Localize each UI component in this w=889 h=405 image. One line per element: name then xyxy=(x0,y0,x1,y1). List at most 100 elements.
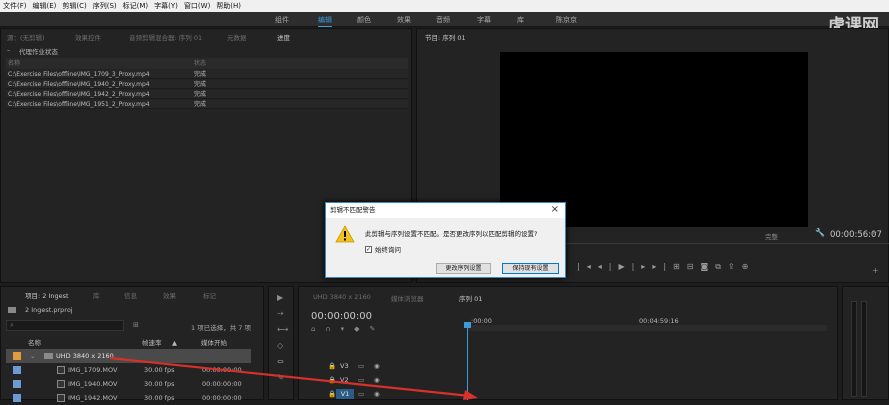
sync-icon[interactable]: ▭ xyxy=(358,374,364,386)
extract-icon[interactable]: ⊟ xyxy=(687,262,701,271)
settings-icon[interactable]: ⊕ xyxy=(742,262,756,271)
export-icon[interactable]: ⇪ xyxy=(728,262,742,271)
eye-icon[interactable]: ◉ xyxy=(374,388,380,400)
lock-icon[interactable]: 🔒 xyxy=(328,388,336,400)
eye-icon[interactable]: ◉ xyxy=(374,374,380,386)
menu-item[interactable]: 字幕(Y) xyxy=(154,1,178,11)
tab-progress[interactable]: 进度 xyxy=(277,32,290,42)
ruler-start: :00:00 xyxy=(471,317,492,325)
forward-frame-icon[interactable]: |▸ xyxy=(632,262,653,271)
menu-item[interactable]: 编辑(E) xyxy=(33,1,57,11)
progress-row[interactable]: C:\Exercise Files\offline\IMG_1709_3_Pro… xyxy=(6,70,408,79)
quality-select[interactable]: 完整 xyxy=(765,231,778,241)
tab-info[interactable]: 信息 xyxy=(124,290,137,300)
wrench-icon[interactable]: 🔧 xyxy=(815,228,825,237)
keep-settings-button[interactable]: 保持现有设置 xyxy=(502,263,559,274)
wrench-icon[interactable]: ✎ xyxy=(369,325,385,333)
workspace-tab[interactable]: 音频 xyxy=(436,15,450,25)
sync-icon[interactable]: ▭ xyxy=(358,388,364,400)
track-v2[interactable]: 🔒 V2 ▭ ◉ xyxy=(320,374,385,386)
play-icon[interactable]: ▶ xyxy=(618,262,631,271)
track-v1[interactable]: 🔒 V1 ▭ ◉ xyxy=(320,388,385,400)
menu-item[interactable]: 标记(M) xyxy=(123,1,149,11)
sync-icon[interactable]: ▭ xyxy=(358,360,364,372)
step-forward-icon[interactable]: ▸| xyxy=(652,262,673,271)
new-bin-icon[interactable]: ⊞ xyxy=(133,321,139,329)
slip-tool-icon[interactable]: ⇔ xyxy=(277,357,284,366)
tab-source[interactable]: 源：(无剪辑) xyxy=(7,32,45,42)
workspace-tab[interactable]: 陈京京 xyxy=(556,15,577,25)
project-item-clip[interactable]: IMG_1709.MOV 30.00 fps 00:00:00:00 xyxy=(6,363,251,377)
project-item-clip[interactable]: IMG_1942.MOV 30.00 fps 00:00:00:00 xyxy=(6,391,251,405)
more-icon[interactable]: » xyxy=(872,228,877,237)
lock-icon[interactable]: 🔒 xyxy=(328,374,336,386)
lift-icon[interactable]: ⊞ xyxy=(673,262,687,271)
progress-row[interactable]: C:\Exercise Files\offline\IMG_1951_2_Pro… xyxy=(6,100,408,109)
disclosure-icon[interactable]: ⌄ xyxy=(30,349,35,363)
workspace-tab[interactable]: 字幕 xyxy=(477,15,491,25)
menu-item[interactable]: 剪辑(C) xyxy=(62,1,86,11)
tab-media-browser[interactable]: 媒体浏览器 xyxy=(391,293,424,303)
collapse-arrow-icon[interactable]: – xyxy=(7,46,10,54)
track-v3[interactable]: 🔒 V3 ▭ ◉ xyxy=(320,360,385,372)
playhead[interactable] xyxy=(467,326,468,400)
change-sequence-button[interactable]: 更改序列设置 xyxy=(436,263,491,274)
add-marker-icon[interactable]: ◆ xyxy=(354,325,369,333)
menu-item[interactable]: 文件(F) xyxy=(3,1,27,11)
always-ask-checkbox[interactable]: ✓ 始终询问 xyxy=(365,244,401,254)
dialog-message: 此剪辑与序列设置不匹配。是否更改序列以匹配剪辑的设置? xyxy=(365,230,538,238)
tab-library[interactable]: 库 xyxy=(93,290,100,300)
compare-icon[interactable]: ⧉ xyxy=(715,262,728,271)
program-video-frame[interactable] xyxy=(500,52,808,227)
menu-item[interactable]: 窗口(W) xyxy=(184,1,210,11)
tab-program[interactable]: 节目: 序列 01 xyxy=(425,32,466,42)
timeline-timecode[interactable]: 00:00:00:00 xyxy=(311,311,372,322)
snap-icon[interactable]: ⌂ xyxy=(311,325,325,333)
tab-markers[interactable]: 标记 xyxy=(203,290,216,300)
razor-icon[interactable]: ◇ xyxy=(277,341,283,350)
tools-panel: ▶ ⇢ ⟷ ◇ ⇔ ✎ xyxy=(268,286,294,400)
eye-icon[interactable]: ◉ xyxy=(374,360,380,372)
tab-metadata[interactable]: 元数据 xyxy=(227,32,247,42)
project-item-clip[interactable]: IMG_1940.MOV 30.00 fps 00:00:00:00 xyxy=(6,377,251,391)
step-back-icon[interactable]: |◂ xyxy=(577,262,598,271)
audio-meter-panel xyxy=(842,286,889,400)
tab-sequence-01[interactable]: 序列 01 xyxy=(459,293,482,303)
workspace-tab[interactable]: 效果 xyxy=(397,15,411,25)
ripple-edit-icon[interactable]: ⟷ xyxy=(277,325,288,334)
meter-left xyxy=(851,301,857,397)
track-select-icon[interactable]: ⇢ xyxy=(277,309,284,318)
lock-icon[interactable]: 🔒 xyxy=(328,360,336,372)
menu-item[interactable]: 序列(S) xyxy=(93,1,117,11)
menu-item[interactable]: 帮助(H) xyxy=(216,1,241,11)
time-ruler[interactable] xyxy=(467,325,827,331)
tab-effect-controls[interactable]: 效果控件 xyxy=(75,32,101,42)
meter-right xyxy=(861,301,867,397)
search-input[interactable]: ⌕ xyxy=(6,320,124,331)
project-panel: 项目: 2 Ingest 库 信息 效果 标记 2 Ingest.prproj … xyxy=(0,286,264,402)
playhead-handle[interactable] xyxy=(464,322,471,328)
tab-uhd-sequence[interactable]: UHD 3840 x 2160 xyxy=(313,293,371,301)
add-button-icon[interactable]: + xyxy=(872,266,879,275)
progress-row[interactable]: C:\Exercise Files\offline\IMG_1942_2_Pro… xyxy=(6,90,408,99)
proxy-job-title: 代理作业状态 xyxy=(19,48,58,56)
pen-tool-icon[interactable]: ✎ xyxy=(277,373,284,382)
tab-audio-mixer[interactable]: 音频剪辑混合器: 序列 01 xyxy=(129,32,202,42)
tab-effects[interactable]: 效果 xyxy=(163,290,176,300)
tab-project[interactable]: 项目: 2 Ingest xyxy=(25,290,69,300)
back-frame-icon[interactable]: ◂| xyxy=(598,262,619,271)
selection-count: 1 项已选择，共 7 项 xyxy=(191,324,251,332)
workspace-tab[interactable]: 颜色 xyxy=(357,15,371,25)
workspace-tab[interactable]: 组件 xyxy=(275,15,289,25)
project-item-folder[interactable]: ⌄ UHD 3840 x 2160 xyxy=(6,349,251,363)
workspace-tab[interactable]: 编辑 xyxy=(318,15,332,27)
marker-icon[interactable]: ▾ xyxy=(341,325,355,333)
progress-row[interactable]: C:\Exercise Files\offline\IMG_1940_2_Pro… xyxy=(6,80,408,89)
label-swatch xyxy=(13,380,21,388)
camera-icon[interactable]: ◙ xyxy=(700,262,715,271)
checkbox-checked-icon[interactable]: ✓ xyxy=(365,245,372,253)
close-icon[interactable]: × xyxy=(551,204,559,215)
workspace-tab[interactable]: 库 xyxy=(517,15,524,25)
selection-tool-icon[interactable]: ▶ xyxy=(277,293,283,302)
link-icon[interactable]: ∩ xyxy=(325,325,340,333)
